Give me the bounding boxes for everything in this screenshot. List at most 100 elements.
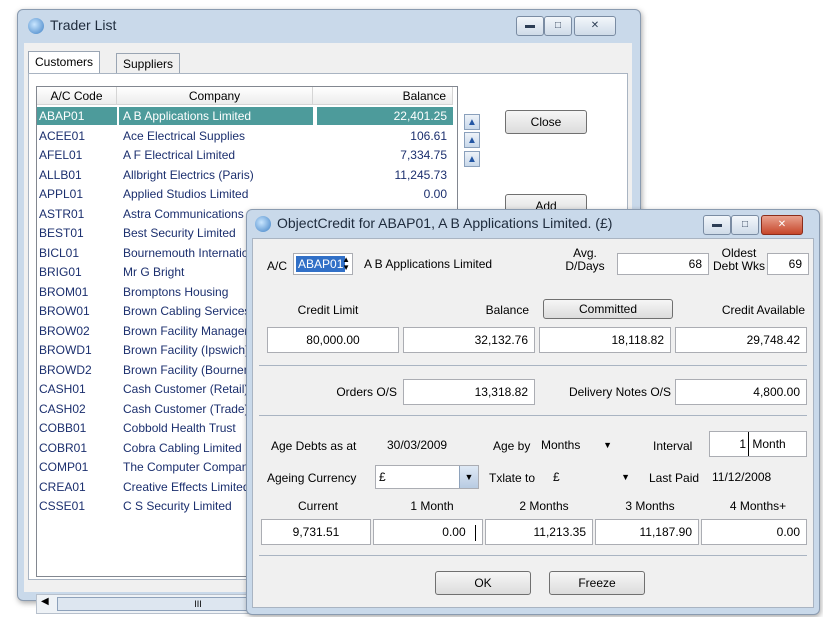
object-credit-titlebar[interactable]: ObjectCredit for ABAP01, A B Application… xyxy=(247,210,819,240)
ok-button[interactable]: OK xyxy=(435,571,531,595)
app-icon xyxy=(255,216,271,232)
row-code: COMP01 xyxy=(39,460,89,474)
delivery-notes-label: Delivery Notes O/S xyxy=(568,385,671,399)
committed-field: 18,118.82 xyxy=(539,327,671,353)
close-icon[interactable]: ✕ xyxy=(574,16,616,36)
row-code: APPL01 xyxy=(39,187,84,201)
aged-3-months-field: 11,187.90 xyxy=(595,519,699,545)
ac-field[interactable]: ABAP01 ▲ ▼ xyxy=(293,253,353,275)
ageing-currency-label: Ageing Currency xyxy=(267,471,357,485)
txlate-label: Txlate to xyxy=(489,471,536,485)
column-header-balance[interactable]: Balance xyxy=(313,87,453,105)
oldest-debt-label: Oldest Debt Wks xyxy=(711,247,767,273)
row-company: Allbright Electrics (Paris) xyxy=(123,167,254,182)
credit-limit-field: 80,000.00 xyxy=(267,327,399,353)
balance-field: 32,132.76 xyxy=(403,327,535,353)
ageing-currency-value: £ xyxy=(379,470,386,484)
avg-label-line2: D/Days xyxy=(565,259,605,273)
row-code: BROW01 xyxy=(39,304,90,318)
delivery-notes-field: 4,800.00 xyxy=(675,379,807,405)
close-icon[interactable]: ✕ xyxy=(761,215,803,235)
minimize-icon[interactable]: ▬ xyxy=(516,16,544,36)
list-item[interactable]: AFEL01 A F Electrical Limited 7,334.75 xyxy=(37,146,455,164)
scroll-top-icon[interactable]: ▲ xyxy=(464,114,480,130)
tab-customers[interactable]: Customers xyxy=(28,51,101,73)
list-item[interactable]: ALLB01 Allbright Electrics (Paris) 11,245.… xyxy=(37,166,455,184)
trader-list-title: Trader List xyxy=(50,17,117,33)
ageing-currency-select[interactable]: £ ▼ xyxy=(375,465,479,489)
aged-header-2-months: 2 Months xyxy=(519,499,569,513)
row-code: BRIG01 xyxy=(39,265,82,279)
row-balance: 22,401.25 xyxy=(317,107,453,125)
separator xyxy=(259,415,807,416)
row-code: COBR01 xyxy=(39,440,88,455)
row-code: ABAP01 xyxy=(37,107,117,125)
oldest-label-line2: Debt Wks xyxy=(712,259,765,273)
row-balance: 11,245.73 xyxy=(394,167,448,182)
row-code: CSSE01 xyxy=(39,499,86,513)
age-by-select[interactable]: Months ▼ xyxy=(537,433,617,457)
company-name-field: A B Applications Limited xyxy=(357,253,543,275)
scroll-page-up-icon[interactable]: ▲ xyxy=(464,132,480,148)
txlate-value: £ xyxy=(553,470,560,484)
row-balance: 0.00 xyxy=(423,187,447,201)
row-code: CASH01 xyxy=(39,382,86,396)
credit-available-field: 29,748.42 xyxy=(675,327,807,353)
last-paid-label: Last Paid xyxy=(649,471,700,485)
ac-spinner-icon[interactable]: ▲ ▼ xyxy=(342,256,350,272)
row-code: ALLB01 xyxy=(39,167,82,182)
list-item[interactable]: ABAP01 A B Applications Limited 22,401.25 xyxy=(37,107,455,125)
age-debts-date-field[interactable]: 30/03/2009 xyxy=(383,433,479,457)
age-by-value: Months xyxy=(541,438,581,452)
row-company: Applied Studios Limited xyxy=(123,187,249,201)
ac-value: ABAP01 xyxy=(296,256,346,272)
text-cursor xyxy=(475,524,476,541)
column-header-company[interactable]: Company xyxy=(117,87,313,105)
avg-label-line1: Avg. xyxy=(573,246,597,260)
separator xyxy=(259,555,807,556)
row-code: AFEL01 xyxy=(39,148,83,162)
maximize-icon[interactable]: □ xyxy=(544,16,572,36)
row-company: Ace Electrical Supplies xyxy=(123,128,246,143)
object-credit-title: ObjectCredit for ABAP01, A B Application… xyxy=(277,215,613,231)
aged-header-4-months-plus: 4 Months+ xyxy=(729,499,787,513)
committed-button[interactable]: Committed xyxy=(543,299,673,319)
oldest-label-line1: Oldest xyxy=(721,246,757,260)
row-company: A F Electrical Limited xyxy=(123,148,236,162)
row-code: BROM01 xyxy=(39,284,89,299)
list-item[interactable]: APPL01 Applied Studios Limited 0.00 xyxy=(37,185,455,203)
scroll-up-icon[interactable]: ▲ xyxy=(464,151,480,167)
tab-suppliers[interactable]: Suppliers xyxy=(116,53,181,73)
separator xyxy=(259,365,807,366)
column-header-code[interactable]: A/C Code xyxy=(37,87,117,105)
age-debts-label: Age Debts as at xyxy=(271,439,357,453)
row-code: BICL01 xyxy=(39,245,80,260)
row-code: BROWD1 xyxy=(39,343,92,357)
chevron-down-icon[interactable]: ▼ xyxy=(621,466,630,488)
interval-unit: Month xyxy=(752,437,786,451)
aged-header-1-month: 1 Month xyxy=(410,499,454,513)
age-by-label: Age by xyxy=(493,439,531,453)
scroll-left-icon[interactable]: ◀ xyxy=(41,596,49,607)
maximize-icon[interactable]: □ xyxy=(731,215,759,235)
trader-list-titlebar[interactable]: Trader List ▬ □ ✕ xyxy=(18,10,640,40)
orders-os-label: Orders O/S xyxy=(336,385,397,399)
chevron-down-icon[interactable]: ▼ xyxy=(603,434,612,456)
row-code: BEST01 xyxy=(39,226,84,240)
interval-field[interactable]: 1 Month xyxy=(709,431,807,457)
aged-2-months-field: 11,213.35 xyxy=(485,519,593,545)
object-credit-window: ObjectCredit for ABAP01, A B Application… xyxy=(246,209,820,615)
close-button[interactable]: Close xyxy=(505,110,587,134)
txlate-select[interactable]: £ ▼ xyxy=(549,465,635,489)
list-item[interactable]: ACEE01 Ace Electrical Supplies 106.61 xyxy=(37,127,455,145)
last-paid-field: 11/12/2008 xyxy=(707,465,807,489)
balance-label: Balance xyxy=(485,303,529,317)
aged-1-month-value: 0.00 xyxy=(442,525,466,539)
aged-1-month-field: 0.00 xyxy=(373,519,483,545)
aged-current-field: 9,731.51 xyxy=(261,519,371,545)
freeze-button[interactable]: Freeze xyxy=(549,571,645,595)
chevron-down-icon[interactable]: ▼ xyxy=(459,466,478,488)
minimize-icon[interactable]: ▬ xyxy=(703,215,731,235)
oldest-debt-field: 69 xyxy=(767,253,809,275)
row-code: COBB01 xyxy=(39,421,87,435)
